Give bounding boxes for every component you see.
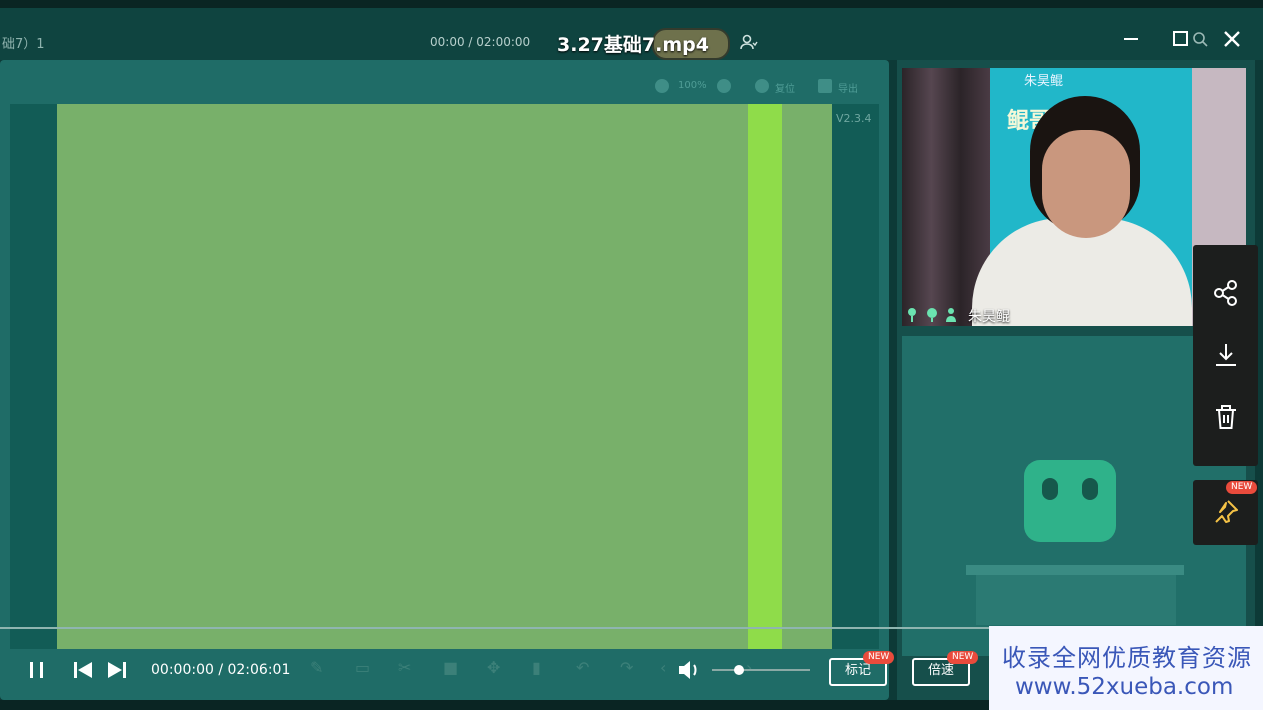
reset-label[interactable]: 复位 — [775, 80, 795, 95]
next-icon[interactable] — [106, 660, 128, 680]
search-icon[interactable] — [1189, 28, 1211, 50]
poster-top-text: 朱昊鲲 — [1024, 74, 1064, 89]
minimize-icon[interactable] — [1120, 28, 1142, 50]
pause-icon[interactable] — [27, 660, 47, 680]
close-icon[interactable] — [1221, 28, 1243, 50]
speed-new-tag: NEW — [947, 651, 979, 664]
page-next-icon: › — [746, 658, 753, 677]
previous-icon[interactable] — [72, 660, 94, 680]
move-icon: ✥ — [487, 658, 501, 677]
mascot-desk — [966, 565, 1184, 575]
users-icon[interactable] — [740, 34, 758, 50]
window-bottom-edge — [0, 700, 989, 710]
shape-icon: ▭ — [355, 658, 371, 677]
pin-new-tag: NEW — [1226, 481, 1258, 494]
playback-time: 00:00:00 / 02:06:01 — [151, 662, 291, 678]
square-icon: ■ — [443, 658, 459, 677]
share-icon[interactable] — [1212, 279, 1240, 307]
zoom-level: 100% — [678, 80, 707, 91]
volume-knob[interactable] — [734, 665, 744, 675]
trash-icon[interactable] — [1212, 403, 1240, 431]
reset-icon[interactable] — [755, 79, 769, 93]
watermark-line2: www.52xueba.com — [1015, 674, 1234, 700]
pin-icon — [1215, 500, 1238, 523]
zoom-in-icon[interactable] — [717, 79, 731, 93]
mascot-right-eye — [1082, 478, 1098, 500]
mascot-left-eye — [1042, 478, 1058, 500]
delete-icon: ▮ — [532, 658, 541, 677]
zoom-out-icon[interactable] — [655, 79, 669, 93]
window-top-edge — [0, 0, 1263, 8]
mascot-icon — [1024, 460, 1116, 542]
volume-icon[interactable] — [677, 659, 703, 681]
page-prev-icon: ‹ — [660, 658, 667, 677]
download-icon[interactable] — [1212, 341, 1240, 369]
volume-slider[interactable] — [712, 669, 810, 671]
scissors-icon: ✂ — [398, 658, 412, 677]
undo-icon: ↶ — [576, 658, 590, 677]
inner-time-display: 00:00 / 02:00:00 — [430, 35, 531, 49]
redo-icon: ↷ — [620, 658, 634, 677]
speaker-name: 朱昊鲲 — [968, 309, 1010, 325]
version-label: V2.3.4 — [836, 112, 872, 125]
eraser-icon: ✎ — [310, 658, 324, 677]
mascot-desk-base — [976, 575, 1176, 625]
file-title: 3.27基础7.mp4 — [557, 34, 709, 56]
mic-status-icons — [908, 308, 956, 322]
teacher-face — [1042, 130, 1130, 238]
mark-new-tag: NEW — [863, 651, 895, 664]
progress-bar[interactable] — [0, 627, 989, 629]
board-slide — [57, 104, 832, 649]
board-highlight-stripe — [748, 104, 782, 649]
side-action-menu — [1193, 245, 1258, 466]
class-title: 础7）1 — [2, 37, 45, 52]
folder-icon[interactable] — [818, 79, 832, 93]
export-label[interactable]: 导出 — [838, 80, 858, 95]
watermark-line1: 收录全网优质教育资源 — [1002, 644, 1252, 672]
